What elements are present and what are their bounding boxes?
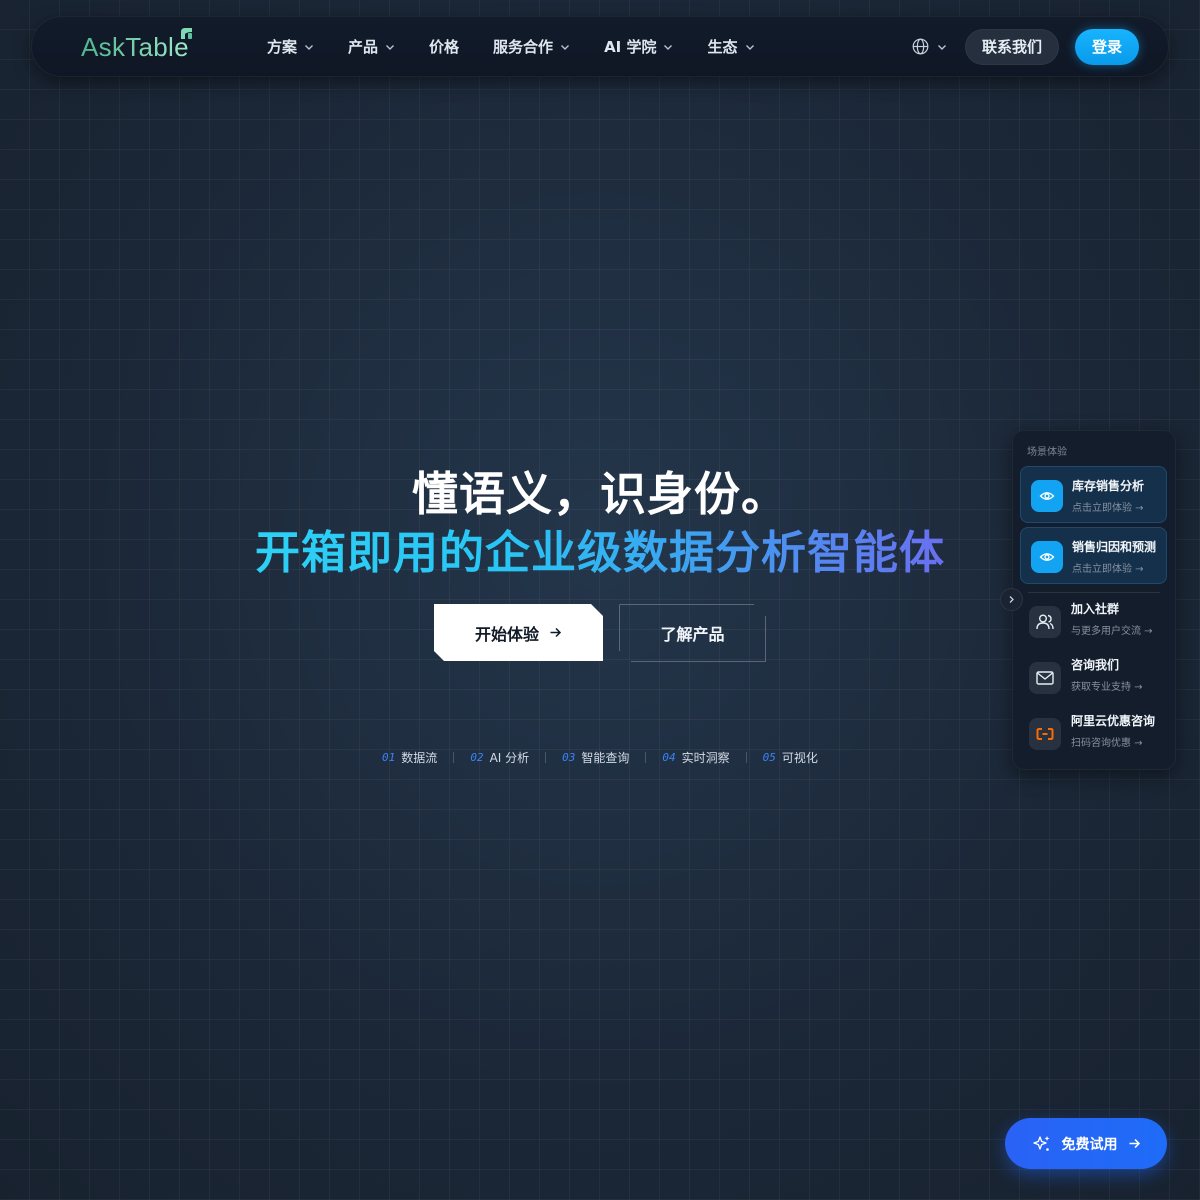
menu-label: 服务合作: [493, 38, 554, 56]
menu-item-ai-academy[interactable]: AI 学院: [604, 32, 673, 62]
scene-title: 库存销售分析: [1072, 479, 1145, 493]
start-trial-button[interactable]: 开始体验: [434, 604, 603, 661]
step-number: 01: [382, 751, 396, 764]
step-number: 05: [762, 751, 776, 764]
chevron-down-icon: [937, 44, 946, 50]
language-switcher[interactable]: [912, 38, 947, 55]
arrow-right-icon: [550, 627, 562, 638]
hero-subtitle-text: 开箱即用的企业级数据分析智能体: [254, 526, 945, 579]
link-icon-box: [1029, 606, 1061, 638]
contact-us-button[interactable]: 联系我们: [964, 28, 1059, 65]
menu-item-ecosystem[interactable]: 生态: [707, 32, 754, 62]
step-item: 01 数据流: [382, 749, 437, 766]
eye-icon: [1039, 492, 1055, 500]
globe-icon: [912, 38, 929, 55]
eye-icon: [1039, 553, 1055, 561]
chevron-right-icon: [1009, 596, 1014, 603]
brand-name: AskTable: [81, 31, 189, 62]
start-trial-label: 开始体验: [474, 624, 539, 644]
step-item: 03 智能查询: [562, 749, 629, 766]
link-title: 阿里云优惠咨询: [1071, 714, 1156, 728]
step-item: 04 实时洞察: [662, 749, 729, 766]
panel-collapse-button[interactable]: [1000, 588, 1023, 611]
step-divider: [545, 752, 547, 763]
aliyun-offer-link[interactable]: 阿里云优惠咨询 扫码咨询优惠 →: [1020, 710, 1167, 758]
step-label: 实时洞察: [681, 751, 730, 765]
brand-logo[interactable]: AskTable: [81, 28, 192, 64]
sparkle-icon: [1032, 1135, 1049, 1151]
menu-label: 方案: [267, 38, 298, 56]
link-subtitle: 与更多用户交流 →: [1071, 626, 1153, 637]
menu-item-solutions[interactable]: 方案: [267, 32, 314, 62]
learn-product-label: 了解产品: [660, 625, 725, 644]
panel-divider: [1028, 592, 1160, 593]
arrow-right-icon: [1129, 1138, 1140, 1149]
scene-subtitle: 点击立即体验 →: [1072, 503, 1144, 514]
learn-product-button[interactable]: 了解产品: [619, 604, 766, 662]
step-label: 可视化: [781, 751, 818, 765]
link-icon-box: [1029, 662, 1061, 694]
link-subtitle: 获取专业支持 →: [1071, 682, 1143, 693]
consult-us-link[interactable]: 咨询我们 获取专业支持 →: [1020, 654, 1167, 702]
step-divider: [645, 752, 647, 763]
link-subtitle: 扫码咨询优惠 →: [1071, 738, 1143, 749]
nav-actions: 联系我们 登录: [912, 28, 1139, 65]
step-number: 02: [470, 751, 484, 764]
step-label: AI 分析: [489, 751, 530, 765]
link-title: 加入社群: [1071, 602, 1120, 616]
menu-label: 产品: [348, 38, 379, 56]
chevron-down-icon: [561, 44, 570, 50]
menu-item-services[interactable]: 服务合作: [493, 32, 570, 62]
login-button[interactable]: 登录: [1075, 28, 1139, 65]
step-number: 04: [662, 751, 676, 764]
chevron-down-icon: [664, 44, 673, 50]
step-item: 02 AI 分析: [470, 749, 529, 766]
chevron-down-icon: [745, 44, 754, 50]
scenario-side-panel: 场景体验 库存销售分析 点击立即体验 → 销售归因和预测 点击立即体验 → 加入…: [1012, 430, 1176, 770]
scene-card-inventory-sales[interactable]: 库存销售分析 点击立即体验 →: [1020, 466, 1167, 523]
mail-icon: [1036, 671, 1054, 685]
panel-heading: 场景体验: [1027, 447, 1067, 458]
top-navbar: AskTable 方案 产品 价格 服务合作 AI 学院 生态 联系我们 登录: [31, 16, 1169, 77]
step-divider: [745, 752, 747, 763]
free-trial-label: 免费试用: [1061, 1136, 1118, 1153]
chevron-down-icon: [305, 44, 314, 50]
link-title: 咨询我们: [1071, 658, 1120, 672]
logo-mark-icon: [180, 28, 192, 39]
menu-item-pricing[interactable]: 价格: [429, 32, 459, 62]
step-divider: [453, 752, 455, 763]
step-label: 智能查询: [581, 751, 630, 765]
aliyun-icon: [1036, 728, 1054, 740]
scene-icon-box: [1031, 480, 1063, 512]
scene-card-sales-attribution[interactable]: 销售归因和预测 点击立即体验 →: [1020, 527, 1167, 584]
chevron-down-icon: [386, 44, 395, 50]
scene-subtitle: 点击立即体验 →: [1072, 564, 1144, 575]
menu-label: AI 学院: [604, 38, 657, 56]
main-menu: 方案 产品 价格 服务合作 AI 学院 生态: [267, 16, 789, 77]
step-label: 数据流: [401, 751, 438, 765]
menu-item-products[interactable]: 产品: [348, 32, 395, 62]
step-number: 03: [562, 751, 576, 764]
join-community-link[interactable]: 加入社群 与更多用户交流 →: [1020, 598, 1167, 646]
link-icon-box: [1029, 718, 1061, 750]
scene-icon-box: [1031, 541, 1063, 573]
menu-label: 生态: [707, 38, 738, 56]
users-icon: [1036, 614, 1054, 630]
step-item: 05 可视化: [763, 749, 818, 766]
menu-label: 价格: [429, 38, 460, 56]
scene-title: 销售归因和预测: [1072, 540, 1157, 554]
free-trial-button[interactable]: 免费试用: [1005, 1118, 1167, 1169]
